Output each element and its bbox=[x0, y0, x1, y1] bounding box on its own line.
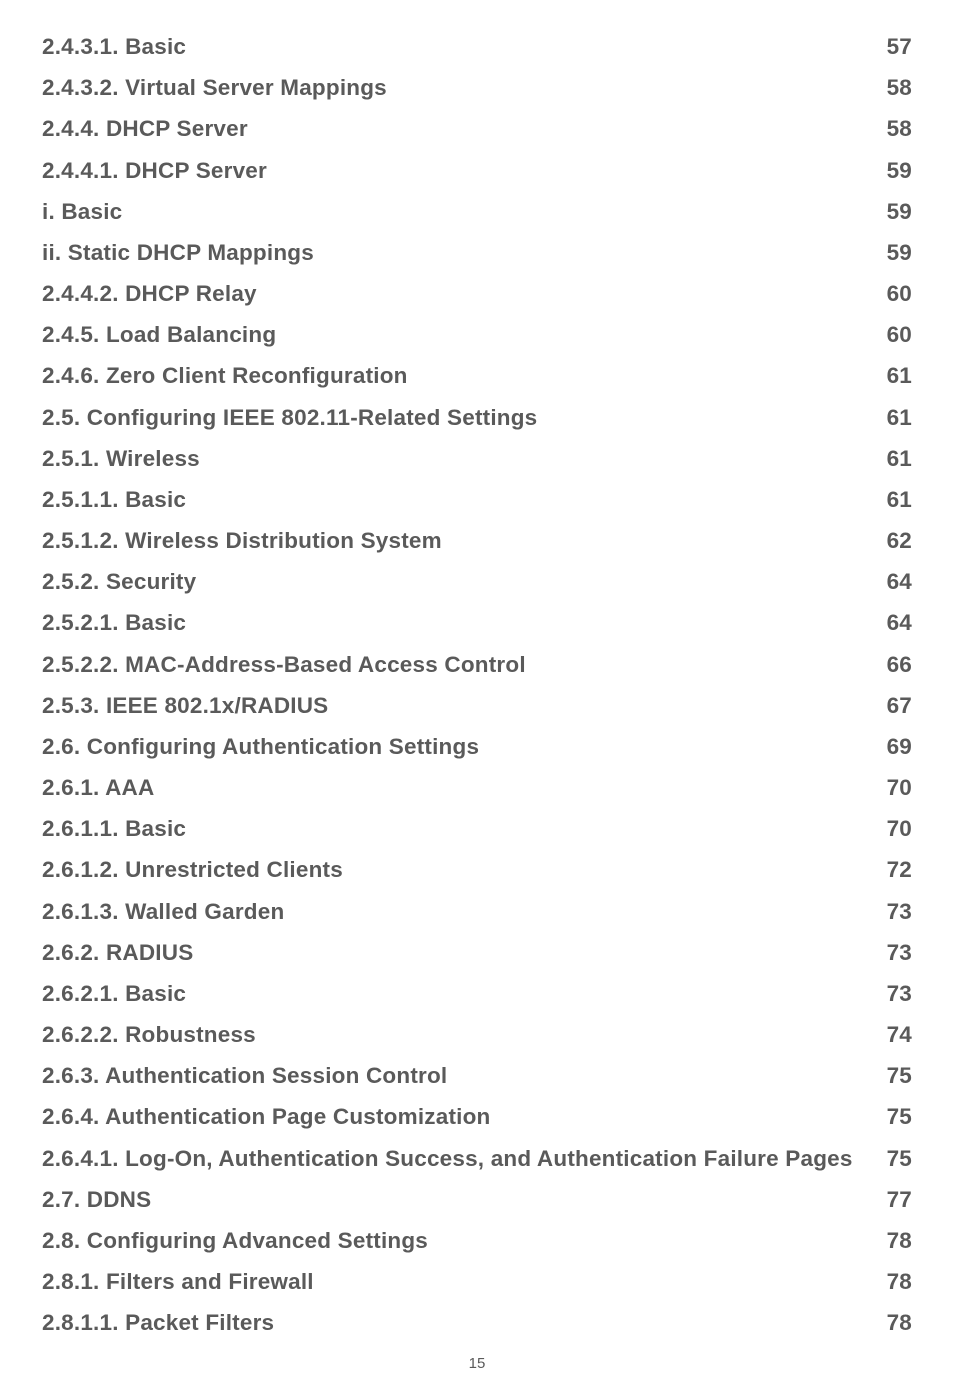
toc-row[interactable]: 2.5.1. Wireless61 bbox=[42, 438, 912, 479]
toc-title: ii. Static DHCP Mappings bbox=[42, 232, 869, 273]
toc-page: 69 bbox=[869, 726, 912, 767]
toc-page: 67 bbox=[869, 685, 912, 726]
toc-page: 66 bbox=[869, 644, 912, 685]
toc-page: 64 bbox=[869, 602, 912, 643]
toc-title: 2.6.1. AAA bbox=[42, 767, 869, 808]
toc-title: 2.5.2.2. MAC-Address-Based Access Contro… bbox=[42, 644, 869, 685]
toc-title: 2.6.4.1. Log-On, Authentication Success,… bbox=[42, 1138, 869, 1179]
toc-title: 2.8.1.1. Packet Filters bbox=[42, 1302, 869, 1343]
toc-title: 2.6.2.2. Robustness bbox=[42, 1014, 869, 1055]
toc-page: 78 bbox=[869, 1302, 912, 1343]
toc-page: 73 bbox=[869, 932, 912, 973]
page-number: 15 bbox=[0, 1355, 954, 1372]
toc-page: 61 bbox=[869, 438, 912, 479]
toc-row[interactable]: 2.8.1.1. Packet Filters78 bbox=[42, 1302, 912, 1343]
toc-title: 2.5. Configuring IEEE 802.11-Related Set… bbox=[42, 397, 869, 438]
toc-row[interactable]: 2.6.1.1. Basic70 bbox=[42, 808, 912, 849]
toc-row[interactable]: 2.4.4.2. DHCP Relay60 bbox=[42, 273, 912, 314]
toc-page: 61 bbox=[869, 355, 912, 396]
toc-title: 2.7. DDNS bbox=[42, 1179, 869, 1220]
toc-title: 2.6.1.3. Walled Garden bbox=[42, 891, 869, 932]
toc-row[interactable]: 2.4.4. DHCP Server58 bbox=[42, 108, 912, 149]
toc-page: 60 bbox=[869, 314, 912, 355]
toc-title: 2.6.4. Authentication Page Customization bbox=[42, 1096, 869, 1137]
toc-title: 2.6.2. RADIUS bbox=[42, 932, 869, 973]
toc-page: 73 bbox=[869, 973, 912, 1014]
toc-row[interactable]: i. Basic59 bbox=[42, 191, 912, 232]
toc-title: 2.5.3. IEEE 802.1x/RADIUS bbox=[42, 685, 869, 726]
toc-title: 2.5.2. Security bbox=[42, 561, 869, 602]
toc-title: 2.4.3.1. Basic bbox=[42, 26, 869, 67]
toc-page: 75 bbox=[869, 1096, 912, 1137]
toc-page: 58 bbox=[869, 67, 912, 108]
toc-title: 2.4.6. Zero Client Reconfiguration bbox=[42, 355, 869, 396]
toc-title: 2.6.2.1. Basic bbox=[42, 973, 869, 1014]
toc-page: 75 bbox=[869, 1138, 912, 1179]
toc-page: 64 bbox=[869, 561, 912, 602]
toc-title: 2.4.3.2. Virtual Server Mappings bbox=[42, 67, 869, 108]
toc-title: 2.5.1.2. Wireless Distribution System bbox=[42, 520, 869, 561]
toc-row[interactable]: 2.6.4.1. Log-On, Authentication Success,… bbox=[42, 1138, 912, 1179]
toc-page: 58 bbox=[869, 108, 912, 149]
toc-title: 2.6.1.1. Basic bbox=[42, 808, 869, 849]
toc-page: 70 bbox=[869, 767, 912, 808]
toc-page: 78 bbox=[869, 1220, 912, 1261]
toc-page: 61 bbox=[869, 397, 912, 438]
toc-title: 2.8. Configuring Advanced Settings bbox=[42, 1220, 869, 1261]
toc-page: 59 bbox=[869, 150, 912, 191]
toc-title: 2.6.3. Authentication Session Control bbox=[42, 1055, 869, 1096]
toc-page: 59 bbox=[869, 191, 912, 232]
toc-row[interactable]: 2.8. Configuring Advanced Settings78 bbox=[42, 1220, 912, 1261]
toc-row[interactable]: 2.6.1. AAA70 bbox=[42, 767, 912, 808]
toc-page: 77 bbox=[869, 1179, 912, 1220]
toc-row[interactable]: 2.6.1.3. Walled Garden73 bbox=[42, 891, 912, 932]
toc-row[interactable]: 2.6. Configuring Authentication Settings… bbox=[42, 726, 912, 767]
toc-row[interactable]: 2.5.1.2. Wireless Distribution System62 bbox=[42, 520, 912, 561]
toc-page: 59 bbox=[869, 232, 912, 273]
toc-page: 61 bbox=[869, 479, 912, 520]
toc-row[interactable]: 2.4.4.1. DHCP Server59 bbox=[42, 150, 912, 191]
toc-page: 78 bbox=[869, 1261, 912, 1302]
toc-row[interactable]: 2.4.5. Load Balancing60 bbox=[42, 314, 912, 355]
toc-title: i. Basic bbox=[42, 191, 869, 232]
toc-page: 57 bbox=[869, 26, 912, 67]
toc-row[interactable]: 2.6.2.1. Basic73 bbox=[42, 973, 912, 1014]
toc-row[interactable]: 2.6.4. Authentication Page Customization… bbox=[42, 1096, 912, 1137]
toc-row[interactable]: 2.5.2.2. MAC-Address-Based Access Contro… bbox=[42, 644, 912, 685]
toc-title: 2.5.2.1. Basic bbox=[42, 602, 869, 643]
toc-title: 2.4.5. Load Balancing bbox=[42, 314, 869, 355]
toc-title: 2.5.1. Wireless bbox=[42, 438, 869, 479]
toc-row[interactable]: 2.5.2. Security64 bbox=[42, 561, 912, 602]
toc-row[interactable]: 2.4.6. Zero Client Reconfiguration61 bbox=[42, 355, 912, 396]
toc-row[interactable]: 2.5.1.1. Basic61 bbox=[42, 479, 912, 520]
toc-row[interactable]: 2.6.2.2. Robustness74 bbox=[42, 1014, 912, 1055]
toc-row[interactable]: 2.6.3. Authentication Session Control75 bbox=[42, 1055, 912, 1096]
toc-page: 70 bbox=[869, 808, 912, 849]
toc-title: 2.4.4.1. DHCP Server bbox=[42, 150, 869, 191]
toc-page: 73 bbox=[869, 891, 912, 932]
table-of-contents: 2.4.3.1. Basic572.4.3.2. Virtual Server … bbox=[42, 26, 912, 1344]
toc-row[interactable]: 2.6.1.2. Unrestricted Clients72 bbox=[42, 849, 912, 890]
toc-page: 60 bbox=[869, 273, 912, 314]
toc-page: 74 bbox=[869, 1014, 912, 1055]
toc-row[interactable]: 2.5. Configuring IEEE 802.11-Related Set… bbox=[42, 397, 912, 438]
toc-row[interactable]: 2.7. DDNS77 bbox=[42, 1179, 912, 1220]
toc-row[interactable]: 2.6.2. RADIUS73 bbox=[42, 932, 912, 973]
toc-row[interactable]: 2.4.3.1. Basic57 bbox=[42, 26, 912, 67]
toc-page: 75 bbox=[869, 1055, 912, 1096]
toc-row[interactable]: 2.8.1. Filters and Firewall78 bbox=[42, 1261, 912, 1302]
toc-title: 2.8.1. Filters and Firewall bbox=[42, 1261, 869, 1302]
toc-title: 2.6.1.2. Unrestricted Clients bbox=[42, 849, 869, 890]
toc-title: 2.4.4.2. DHCP Relay bbox=[42, 273, 869, 314]
toc-row[interactable]: ii. Static DHCP Mappings59 bbox=[42, 232, 912, 273]
toc-title: 2.4.4. DHCP Server bbox=[42, 108, 869, 149]
toc-row[interactable]: 2.5.3. IEEE 802.1x/RADIUS67 bbox=[42, 685, 912, 726]
toc-row[interactable]: 2.5.2.1. Basic64 bbox=[42, 602, 912, 643]
toc-row[interactable]: 2.4.3.2. Virtual Server Mappings58 bbox=[42, 67, 912, 108]
toc-page: 62 bbox=[869, 520, 912, 561]
toc-page: 72 bbox=[869, 849, 912, 890]
toc-title: 2.6. Configuring Authentication Settings bbox=[42, 726, 869, 767]
toc-title: 2.5.1.1. Basic bbox=[42, 479, 869, 520]
